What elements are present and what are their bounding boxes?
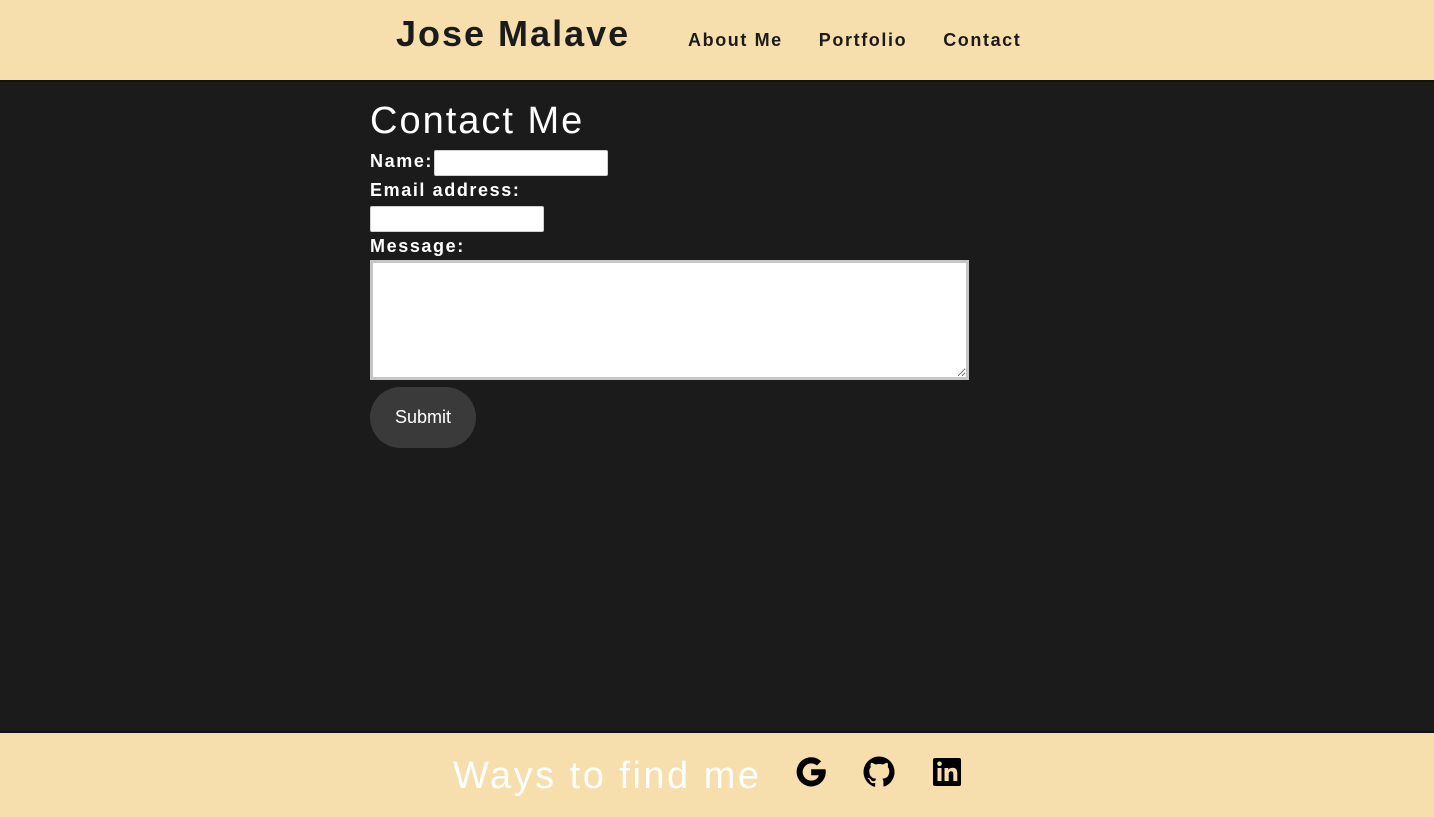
linkedin-icon[interactable] <box>930 755 964 789</box>
message-label: Message: <box>370 236 465 256</box>
github-icon[interactable] <box>862 755 896 789</box>
email-label: Email address: <box>370 180 521 200</box>
nav-contact-link[interactable]: Contact <box>943 30 1021 51</box>
site-brand[interactable]: Jose Malave <box>396 13 630 55</box>
google-icon[interactable] <box>794 755 828 789</box>
footer-heading: Ways to find me <box>453 755 762 797</box>
submit-button[interactable]: Submit <box>370 387 476 448</box>
site-footer: Ways to find me <box>0 731 1434 817</box>
site-header: Jose Malave About Me Portfolio Contact <box>0 0 1434 82</box>
nav-about-me-link[interactable]: About Me <box>688 30 783 51</box>
main-nav: About Me Portfolio Contact <box>688 30 1021 51</box>
page-title: Contact Me <box>370 100 585 142</box>
email-input[interactable] <box>370 206 544 232</box>
name-input[interactable] <box>434 150 608 176</box>
message-textarea[interactable] <box>370 260 969 380</box>
name-label: Name: <box>370 151 434 171</box>
nav-portfolio-link[interactable]: Portfolio <box>819 30 907 51</box>
